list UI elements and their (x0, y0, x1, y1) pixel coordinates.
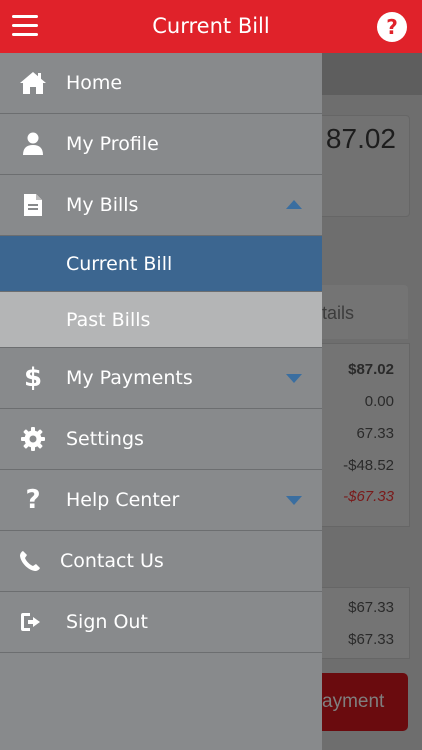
phone-icon (0, 550, 60, 572)
nav-label-help: Help Center (66, 489, 180, 511)
table-row-value: $67.33 (348, 631, 394, 648)
nav-label-bills: My Bills (66, 194, 139, 216)
nav-label-signout: Sign Out (66, 611, 148, 633)
chevron-down-icon[interactable] (286, 374, 302, 383)
help-button[interactable]: ? (377, 12, 407, 42)
nav-label-settings: Settings (66, 428, 144, 450)
table-row-value: 67.33 (356, 425, 394, 442)
nav-label-contact: Contact Us (60, 550, 164, 572)
nav-item-home[interactable]: Home (0, 53, 322, 114)
nav-label-current-bill: Current Bill (66, 252, 173, 275)
table-row-value: -$48.52 (343, 457, 394, 474)
nav-item-profile[interactable]: My Profile (0, 114, 322, 175)
sign-out-icon (0, 611, 66, 633)
nav-item-payments[interactable]: $ My Payments (0, 348, 322, 409)
chevron-down-icon[interactable] (286, 496, 302, 505)
gear-icon (0, 426, 66, 452)
bill-amount: 87.02 (325, 123, 396, 154)
nav-label-home: Home (66, 72, 123, 94)
make-payment-label: ayment (322, 691, 385, 712)
nav-subitem-past-bills[interactable]: Past Bills (0, 292, 322, 348)
nav-item-contact[interactable]: Contact Us (0, 531, 322, 592)
question-icon: ? (25, 485, 41, 515)
nav-item-bills[interactable]: My Bills (0, 175, 322, 236)
user-icon (0, 132, 66, 156)
nav-item-signout[interactable]: Sign Out (0, 592, 322, 653)
nav-label-payments: My Payments (66, 367, 193, 389)
nav-subitem-current-bill[interactable]: Current Bill (0, 236, 322, 292)
dollar-icon: $ (23, 363, 43, 393)
app-header: Current Bill ? (0, 0, 422, 53)
table-row-value: $87.02 (348, 361, 394, 378)
table-row-value: -$67.33 (343, 488, 394, 505)
navigation-drawer: Home My Profile My Bills Current Bill Pa… (0, 53, 322, 750)
page-title: Current Bill (152, 14, 270, 38)
nav-label-past-bills: Past Bills (66, 308, 151, 331)
table-row-value: $67.33 (348, 599, 394, 616)
nav-item-settings[interactable]: Settings (0, 409, 322, 470)
table-row-value: 0.00 (364, 393, 394, 410)
home-icon (0, 70, 66, 96)
nav-label-profile: My Profile (66, 133, 159, 155)
details-tab-label: tails (322, 303, 355, 323)
chevron-up-icon[interactable] (286, 200, 302, 209)
nav-item-help[interactable]: ? Help Center (0, 470, 322, 531)
document-icon (0, 193, 66, 217)
